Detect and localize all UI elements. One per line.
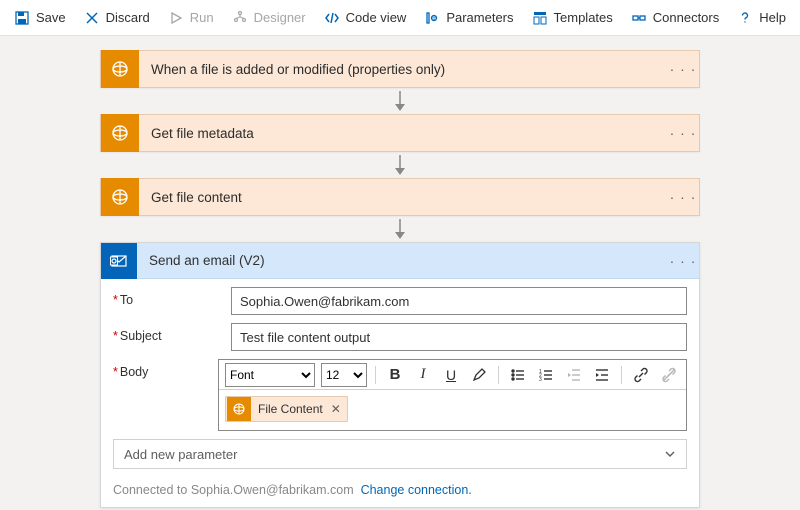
parameters-button[interactable]: @ Parameters — [416, 2, 521, 34]
svg-text:@: @ — [432, 16, 437, 22]
send-email-step: Send an email (V2) · · · *To *Subject *B… — [100, 242, 700, 508]
step-menu-button[interactable]: · · · — [667, 125, 699, 141]
send-email-body: *To *Subject *Body Font 12 B — [101, 279, 699, 475]
italic-button[interactable]: I — [412, 364, 434, 386]
connectors-icon — [631, 10, 647, 26]
token-remove-button[interactable]: ✕ — [329, 402, 347, 416]
code-view-label: Code view — [346, 10, 407, 25]
discard-icon — [84, 10, 100, 26]
subject-input[interactable] — [231, 323, 687, 351]
indent-button[interactable] — [591, 364, 613, 386]
link-button[interactable] — [630, 364, 652, 386]
add-parameter-label: Add new parameter — [124, 447, 237, 462]
token-label: File Content — [252, 402, 329, 416]
help-button[interactable]: Help — [729, 2, 794, 34]
sharepoint-icon — [101, 178, 139, 216]
designer-icon — [232, 10, 248, 26]
to-label: *To — [113, 287, 231, 307]
flow-arrow — [100, 152, 700, 178]
connectors-label: Connectors — [653, 10, 719, 25]
templates-button[interactable]: Templates — [524, 2, 621, 34]
step-label: Get file metadata — [139, 126, 667, 141]
sharepoint-icon — [227, 397, 251, 421]
discard-button[interactable]: Discard — [76, 2, 158, 34]
discard-label: Discard — [106, 10, 150, 25]
underline-button[interactable]: U — [440, 364, 462, 386]
step-menu-button[interactable]: · · · — [667, 61, 699, 77]
font-size-select[interactable]: 12 — [321, 363, 367, 387]
help-icon — [737, 10, 753, 26]
save-icon — [14, 10, 30, 26]
flow-arrow — [100, 88, 700, 114]
templates-icon — [532, 10, 548, 26]
step-label: Send an email (V2) — [137, 253, 667, 268]
save-button[interactable]: Save — [6, 2, 74, 34]
file-content-token[interactable]: File Content ✕ — [225, 396, 348, 422]
parameters-label: Parameters — [446, 10, 513, 25]
templates-label: Templates — [554, 10, 613, 25]
help-label: Help — [759, 10, 786, 25]
font-select[interactable]: Font — [225, 363, 315, 387]
body-label: *Body — [113, 359, 218, 379]
sharepoint-icon — [101, 50, 139, 88]
highlight-button[interactable] — [468, 364, 490, 386]
outdent-button[interactable] — [563, 364, 585, 386]
step-menu-button[interactable]: · · · — [667, 189, 699, 205]
add-parameter-dropdown[interactable]: Add new parameter — [113, 439, 687, 469]
change-connection-link[interactable]: Change connection. — [361, 483, 472, 497]
subject-label: *Subject — [113, 323, 231, 343]
step-label: When a file is added or modified (proper… — [139, 62, 667, 77]
save-label: Save — [36, 10, 66, 25]
chevron-down-icon — [664, 448, 676, 460]
command-bar: Save Discard Run Designer Code view @ Pa… — [0, 0, 800, 36]
unlink-button[interactable] — [658, 364, 680, 386]
connectors-button[interactable]: Connectors — [623, 2, 727, 34]
to-input[interactable] — [231, 287, 687, 315]
action-step[interactable]: Get file metadata · · · — [100, 114, 700, 152]
step-label: Get file content — [139, 190, 667, 205]
designer-canvas: When a file is added or modified (proper… — [0, 36, 800, 510]
code-view-icon — [324, 10, 340, 26]
svg-text:3: 3 — [539, 377, 542, 383]
body-editor: Font 12 B I U 123 — [218, 359, 687, 431]
run-icon — [168, 10, 184, 26]
connected-account: Sophia.Owen@fabrikam.com — [191, 483, 354, 497]
rte-toolbar: Font 12 B I U 123 — [219, 360, 686, 390]
send-email-header[interactable]: Send an email (V2) · · · — [101, 243, 699, 279]
designer-button[interactable]: Designer — [224, 2, 314, 34]
number-list-button[interactable]: 123 — [535, 364, 557, 386]
outlook-icon — [101, 243, 137, 279]
bold-button[interactable]: B — [384, 364, 406, 386]
flow-column: When a file is added or modified (proper… — [100, 50, 700, 508]
action-step[interactable]: Get file content · · · — [100, 178, 700, 216]
code-view-button[interactable]: Code view — [316, 2, 415, 34]
run-label: Run — [190, 10, 214, 25]
run-button[interactable]: Run — [160, 2, 222, 34]
body-content-area[interactable]: File Content ✕ — [219, 390, 686, 430]
trigger-step[interactable]: When a file is added or modified (proper… — [100, 50, 700, 88]
bullet-list-button[interactable] — [507, 364, 529, 386]
connection-info: Connected to Sophia.Owen@fabrikam.com Ch… — [101, 475, 699, 507]
sharepoint-icon — [101, 114, 139, 152]
parameters-icon: @ — [424, 10, 440, 26]
designer-label: Designer — [254, 10, 306, 25]
step-menu-button[interactable]: · · · — [667, 253, 699, 269]
flow-arrow — [100, 216, 700, 242]
